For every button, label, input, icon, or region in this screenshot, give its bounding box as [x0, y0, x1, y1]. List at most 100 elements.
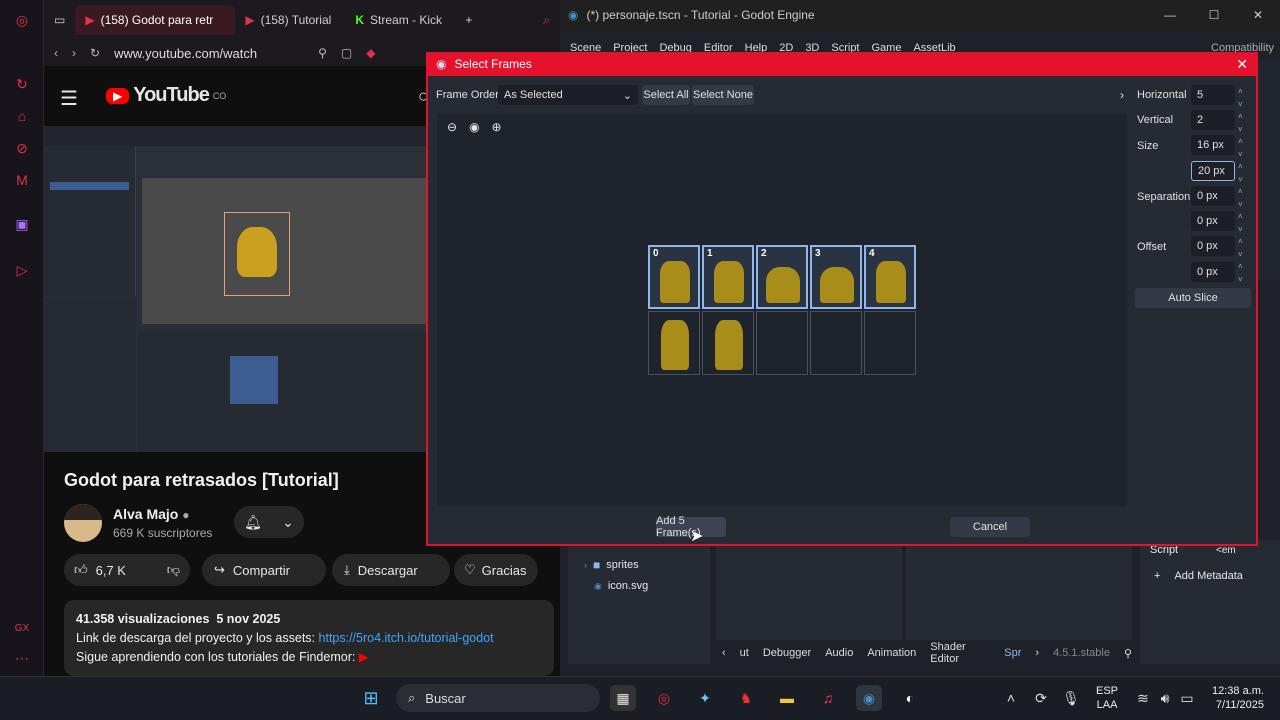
animation-panel-right [906, 546, 1132, 640]
inspector-script-value[interactable]: <em [1216, 545, 1236, 556]
separation-y-spinbox[interactable]: 0 px [1191, 211, 1235, 231]
vertical-spinbox[interactable]: 2 [1191, 110, 1235, 130]
frame-order-select[interactable]: As Selected ⌄ [498, 85, 638, 105]
screenshot-icon[interactable]: ▢ [341, 46, 352, 60]
pin-panel-icon[interactable]: ⚲ [1124, 647, 1132, 660]
pin-icon[interactable]: ⚲ [318, 46, 327, 60]
shield-icon[interactable]: ◆ [366, 46, 375, 60]
music-icon[interactable]: ♫ [815, 685, 841, 711]
tabs-scroll-left-icon[interactable]: ‹ [722, 647, 726, 659]
cancel-button[interactable]: Cancel [950, 517, 1030, 537]
horizontal-spinbox[interactable]: 5 [1191, 85, 1235, 105]
opera-gx-icon[interactable]: ◎ [12, 10, 32, 30]
game-app-icon[interactable]: ♞ [733, 685, 759, 711]
offset-y-spinbox[interactable]: 0 px [1191, 262, 1235, 282]
auto-slice-button[interactable]: Auto Slice [1135, 288, 1251, 308]
dislike-icon[interactable]: 👎︎ [167, 562, 180, 578]
forward-icon[interactable]: › [72, 46, 76, 60]
tab-output[interactable]: ut [740, 647, 749, 659]
frame-cell[interactable]: 1 [702, 245, 754, 309]
share-button[interactable]: ↪ Compartir [202, 554, 326, 586]
size-y-spinbox[interactable]: 20 px [1191, 161, 1235, 181]
frame-cell[interactable] [702, 311, 754, 375]
spinbox-arrows[interactable]: ˄ ˅ ˄ ˅ ˄ ˅ ˄ ˅ ˄ ˅ ˄ ˅ ˄ ˅ ˄ ˅ [1238, 86, 1248, 284]
description-link[interactable]: https://5ro4.itch.io/tutorial-godot [319, 631, 494, 645]
frame-cell[interactable]: 2 [756, 245, 808, 309]
like-icon[interactable]: 👍︎ [74, 562, 88, 578]
tab-animation[interactable]: Animation [867, 647, 916, 659]
subscribe-bell-button[interactable]: 🔔︎ ⌄ [234, 506, 304, 538]
menu-icon[interactable]: ☰ [60, 86, 78, 111]
youtube-logo[interactable]: ▶ YouTube CO [106, 84, 226, 107]
add-metadata-button[interactable]: + Add Metadata [1154, 570, 1243, 582]
godot-taskbar-icon[interactable]: ◉ [856, 685, 882, 711]
select-all-button[interactable]: Select All [642, 85, 690, 105]
frame-cell[interactable] [864, 311, 916, 375]
frame-cell[interactable]: 4 [864, 245, 916, 309]
offset-x-spinbox[interactable]: 0 px [1191, 236, 1235, 256]
reload-icon[interactable]: ↻ [90, 46, 100, 60]
file-explorer-icon[interactable]: ▬ [774, 685, 800, 711]
tab-debugger[interactable]: Debugger [763, 647, 811, 659]
battery-icon[interactable]: ▭ [1174, 685, 1200, 711]
tab-youtube-1[interactable]: ▶ (158) Godot para retr [75, 5, 236, 35]
copilot-icon[interactable]: ✦ [692, 685, 718, 711]
more-icon[interactable]: ⋯ [12, 648, 32, 668]
like-count[interactable]: 6,7 K [96, 563, 126, 578]
channel-name[interactable]: Alva Majo ● [113, 506, 190, 522]
opera-gx-taskbar-icon[interactable]: ◎ [651, 685, 677, 711]
zoom-out-icon[interactable]: ⊖ [447, 120, 457, 134]
history-icon[interactable]: ↻ [12, 74, 32, 94]
size-x-spinbox[interactable]: 16 px [1191, 135, 1235, 155]
twitch-icon[interactable]: ▣ [12, 214, 32, 234]
back-icon[interactable]: ‹ [54, 46, 58, 60]
windows-start-icon[interactable]: ⊞ [358, 685, 384, 711]
tab-youtube-2[interactable]: ▶ (158) Tutorial [235, 5, 345, 35]
minimize-icon[interactable]: — [1148, 8, 1192, 22]
thanks-button[interactable]: ♡ Gracias [454, 554, 538, 586]
tabs-scroll-right-icon[interactable]: › [1035, 647, 1039, 659]
tab-switcher-icon[interactable]: ▭ [44, 5, 75, 35]
description-box[interactable]: 41.358 visualizaciones 5 nov 2025 Link d… [64, 600, 554, 676]
tab-shader-editor[interactable]: Shader Editor [930, 641, 990, 665]
logo-text: YouTube [133, 84, 210, 106]
bag-icon[interactable]: ⌂ [12, 106, 32, 126]
taskbar-search[interactable]: ⌕ Buscar [396, 684, 600, 712]
mail-icon[interactable]: M [12, 170, 32, 190]
fs-item-icon[interactable]: ◉ icon.svg [594, 580, 648, 592]
video-player[interactable] [44, 126, 426, 452]
avatar[interactable] [64, 504, 102, 542]
close-icon[interactable]: ✕ [1236, 56, 1248, 73]
new-tab-icon[interactable]: + [455, 5, 482, 35]
frame-cell[interactable]: 0 [648, 245, 700, 309]
language-indicator[interactable]: ESP LAA [1096, 684, 1118, 712]
tab-kick[interactable]: K Stream - Kick [345, 5, 455, 35]
microphone-icon[interactable]: 🎙︎ [1058, 685, 1084, 711]
tray-chevron-icon[interactable]: ˄ [998, 685, 1024, 711]
maximize-icon[interactable]: ☐ [1192, 8, 1236, 22]
collapse-options-icon[interactable]: › [1120, 88, 1124, 102]
zoom-in-icon[interactable]: ⊕ [492, 120, 502, 134]
url-field[interactable]: www.youtube.com/watch [114, 46, 304, 61]
clock[interactable]: 12:38 a.m. 7/11/2025 [1204, 684, 1264, 712]
tray-sync-icon[interactable]: ⟳ [1028, 685, 1054, 711]
frame-cell[interactable] [756, 311, 808, 375]
gx-corner-icon[interactable]: GX [12, 618, 32, 638]
frame-sprite [661, 320, 689, 370]
search-tabs-icon[interactable]: ⌕ [533, 5, 560, 35]
fs-item-sprites[interactable]: › ■ sprites [584, 558, 639, 572]
player-icon[interactable]: ▷ [12, 260, 32, 280]
frame-cell[interactable] [810, 311, 862, 375]
frame-cell[interactable]: 3 [810, 245, 862, 309]
obs-icon[interactable]: ◐ [897, 685, 923, 711]
tab-audio[interactable]: Audio [825, 647, 853, 659]
frame-cell[interactable] [648, 311, 700, 375]
ban-icon[interactable]: ⊘ [12, 138, 32, 158]
separation-x-spinbox[interactable]: 0 px [1191, 186, 1235, 206]
download-button[interactable]: ⤓ Descargar [332, 554, 450, 586]
widgets-icon[interactable]: ▦ [610, 685, 636, 711]
zoom-reset-icon[interactable]: ◉ [469, 120, 479, 134]
close-window-icon[interactable]: ✕ [1236, 8, 1280, 22]
tab-spriteframes[interactable]: Spr [1004, 647, 1021, 659]
select-none-button[interactable]: Select None [692, 85, 754, 105]
